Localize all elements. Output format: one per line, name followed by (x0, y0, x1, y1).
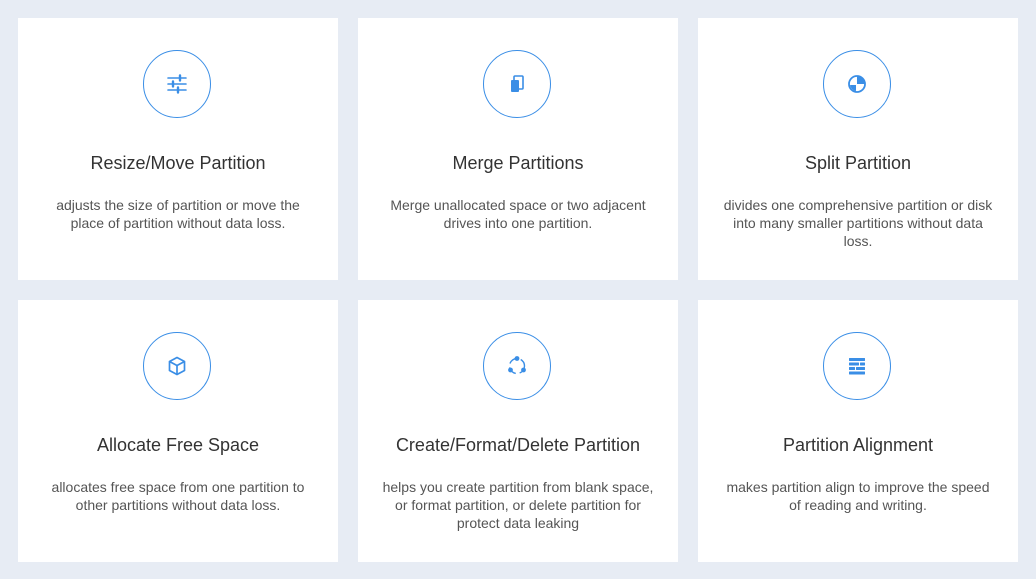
card-title: Partition Alignment (782, 435, 934, 455)
feature-card-split[interactable]: Split Partition divides one comprehensiv… (698, 18, 1018, 280)
feature-card-alignment[interactable]: Partition Alignment makes partition alig… (698, 300, 1018, 562)
cube-icon (168, 356, 186, 376)
cycle-icon (508, 356, 526, 375)
card-description: divides one comprehensive partition or d… (723, 197, 993, 249)
card-description: adjusts the size of partition or move th… (56, 197, 300, 231)
card-title: Create/Format/Delete Partition (395, 435, 641, 455)
icon-circle (483, 332, 551, 400)
icon-circle (143, 50, 211, 118)
card-title: Allocate Free Space (96, 435, 260, 455)
feature-card-create-format-delete[interactable]: Create/Format/Delete Partition helps you… (358, 300, 678, 562)
card-description: helps you create partition from blank sp… (382, 479, 654, 531)
feature-grid: Resize/Move Partition adjusts the size o… (18, 18, 1018, 562)
card-title: Merge Partitions (452, 153, 584, 173)
icon-circle (823, 332, 891, 400)
align-icon (849, 358, 865, 375)
icon-circle (143, 332, 211, 400)
card-title: Resize/Move Partition (90, 153, 266, 173)
card-title: Split Partition (804, 153, 912, 173)
sliders-icon (167, 74, 187, 94)
feature-card-resize-move[interactable]: Resize/Move Partition adjusts the size o… (18, 18, 338, 280)
feature-card-merge[interactable]: Merge Partitions Merge unallocated space… (358, 18, 678, 280)
icon-circle (823, 50, 891, 118)
icon-circle (483, 50, 551, 118)
card-description: Merge unallocated space or two adjacent … (390, 197, 646, 231)
merge-icon (511, 75, 524, 92)
card-description: allocates free space from one partition … (51, 479, 305, 513)
card-description: makes partition align to improve the spe… (726, 479, 990, 513)
pie-split-icon (848, 75, 866, 93)
feature-card-allocate[interactable]: Allocate Free Space allocates free space… (18, 300, 338, 562)
